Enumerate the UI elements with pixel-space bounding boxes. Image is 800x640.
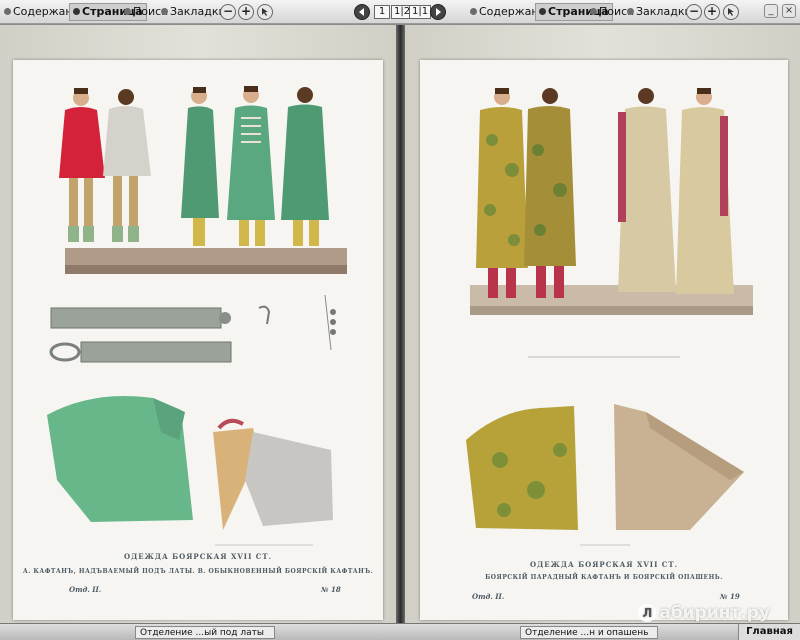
plate-title: ОДЕЖДА БОЯРСКАЯ XVII СТ. — [529, 560, 679, 569]
close-button[interactable]: × — [782, 4, 796, 18]
next-page-button[interactable] — [430, 4, 446, 20]
minus-icon: − — [222, 4, 234, 18]
toolbar: Содержание Страница Поиск Закладки − + 1… — [0, 0, 800, 24]
minimize-button[interactable]: _ — [764, 4, 778, 18]
radio-dot-icon — [590, 8, 597, 15]
labirint-logo-icon: Л — [638, 604, 657, 622]
bottom-bar: Отделение ...ый под латы Отделение ...н … — [0, 623, 800, 640]
left-page-pane[interactable]: ОДЕЖДА БОЯРСКАЯ XVII СТ. А. КАФТАНЪ, НАД… — [0, 25, 396, 623]
pointer-button-left[interactable] — [257, 4, 273, 20]
radio-dot-icon — [161, 8, 168, 15]
tab-bookmarks-left[interactable]: Закладки — [161, 4, 226, 20]
right-plate-sheet: ОДЕЖДА БОЯРСКАЯ XVII СТ. БОЯРСКІЙ ПАРАДН… — [420, 60, 788, 620]
plate-subtitle: А. КАФТАНЪ, НАДЪВАЕМЫЙ ПОДЪ ЛАТЫ. В. ОБЫ… — [22, 568, 374, 575]
plate-number: № 19 — [720, 592, 740, 601]
zoom-in-button-left[interactable]: + — [238, 4, 254, 20]
zoom-out-button-right[interactable]: − — [686, 4, 702, 20]
left-plate-sheet: ОДЕЖДА БОЯРСКАЯ XVII СТ. А. КАФТАНЪ, НАД… — [13, 60, 383, 620]
radio-dot-icon — [539, 8, 546, 15]
arrow-left-icon — [359, 8, 364, 16]
right-page-pane[interactable]: ОДЕЖДА БОЯРСКАЯ XVII СТ. БОЯРСКІЙ ПАРАДН… — [405, 25, 800, 623]
home-button[interactable]: Главная — [738, 624, 800, 640]
plate-title: ОДЕЖДА БОЯРСКАЯ XVII СТ. — [123, 552, 273, 561]
plate-number: № 18 — [321, 585, 341, 594]
arrow-right-icon — [436, 8, 441, 16]
pointer-button-right[interactable] — [723, 4, 739, 20]
right-plate-illustration — [466, 88, 753, 546]
page-number-box[interactable]: 1 — [374, 5, 390, 19]
tab-bookmarks-right[interactable]: Закладки — [627, 4, 692, 20]
pointer-icon — [728, 8, 734, 16]
zoom-in-button-right[interactable]: + — [704, 4, 720, 20]
pointer-icon — [262, 8, 268, 16]
prev-page-button[interactable] — [354, 4, 370, 20]
plate-subtitle: БОЯРСКІЙ ПАРАДНЫЙ КАФТАНЪ И БОЯРСКІЙ ОПА… — [485, 574, 723, 581]
fit-page-button[interactable]: 1|1 — [409, 5, 432, 19]
bottom-tab-right[interactable]: Отделение ...н и опашень — [520, 626, 658, 639]
radio-dot-icon — [73, 8, 80, 15]
left-plate-illustration — [47, 86, 347, 546]
plate-section: Отд. II. — [69, 585, 102, 594]
radio-dot-icon — [627, 8, 634, 15]
watermark: Лабиринт.ру — [638, 603, 770, 623]
plus-icon: + — [706, 4, 718, 18]
minus-icon: − — [688, 4, 700, 18]
plus-icon: + — [240, 4, 252, 18]
radio-dot-icon — [124, 8, 131, 15]
plate-section: Отд. II. — [472, 592, 505, 601]
radio-dot-icon — [4, 8, 11, 15]
bottom-tab-left[interactable]: Отделение ...ый под латы — [135, 626, 275, 639]
close-icon: × — [784, 5, 794, 16]
radio-dot-icon — [470, 8, 477, 15]
zoom-out-button-left[interactable]: − — [220, 4, 236, 20]
page-divider — [396, 25, 405, 623]
